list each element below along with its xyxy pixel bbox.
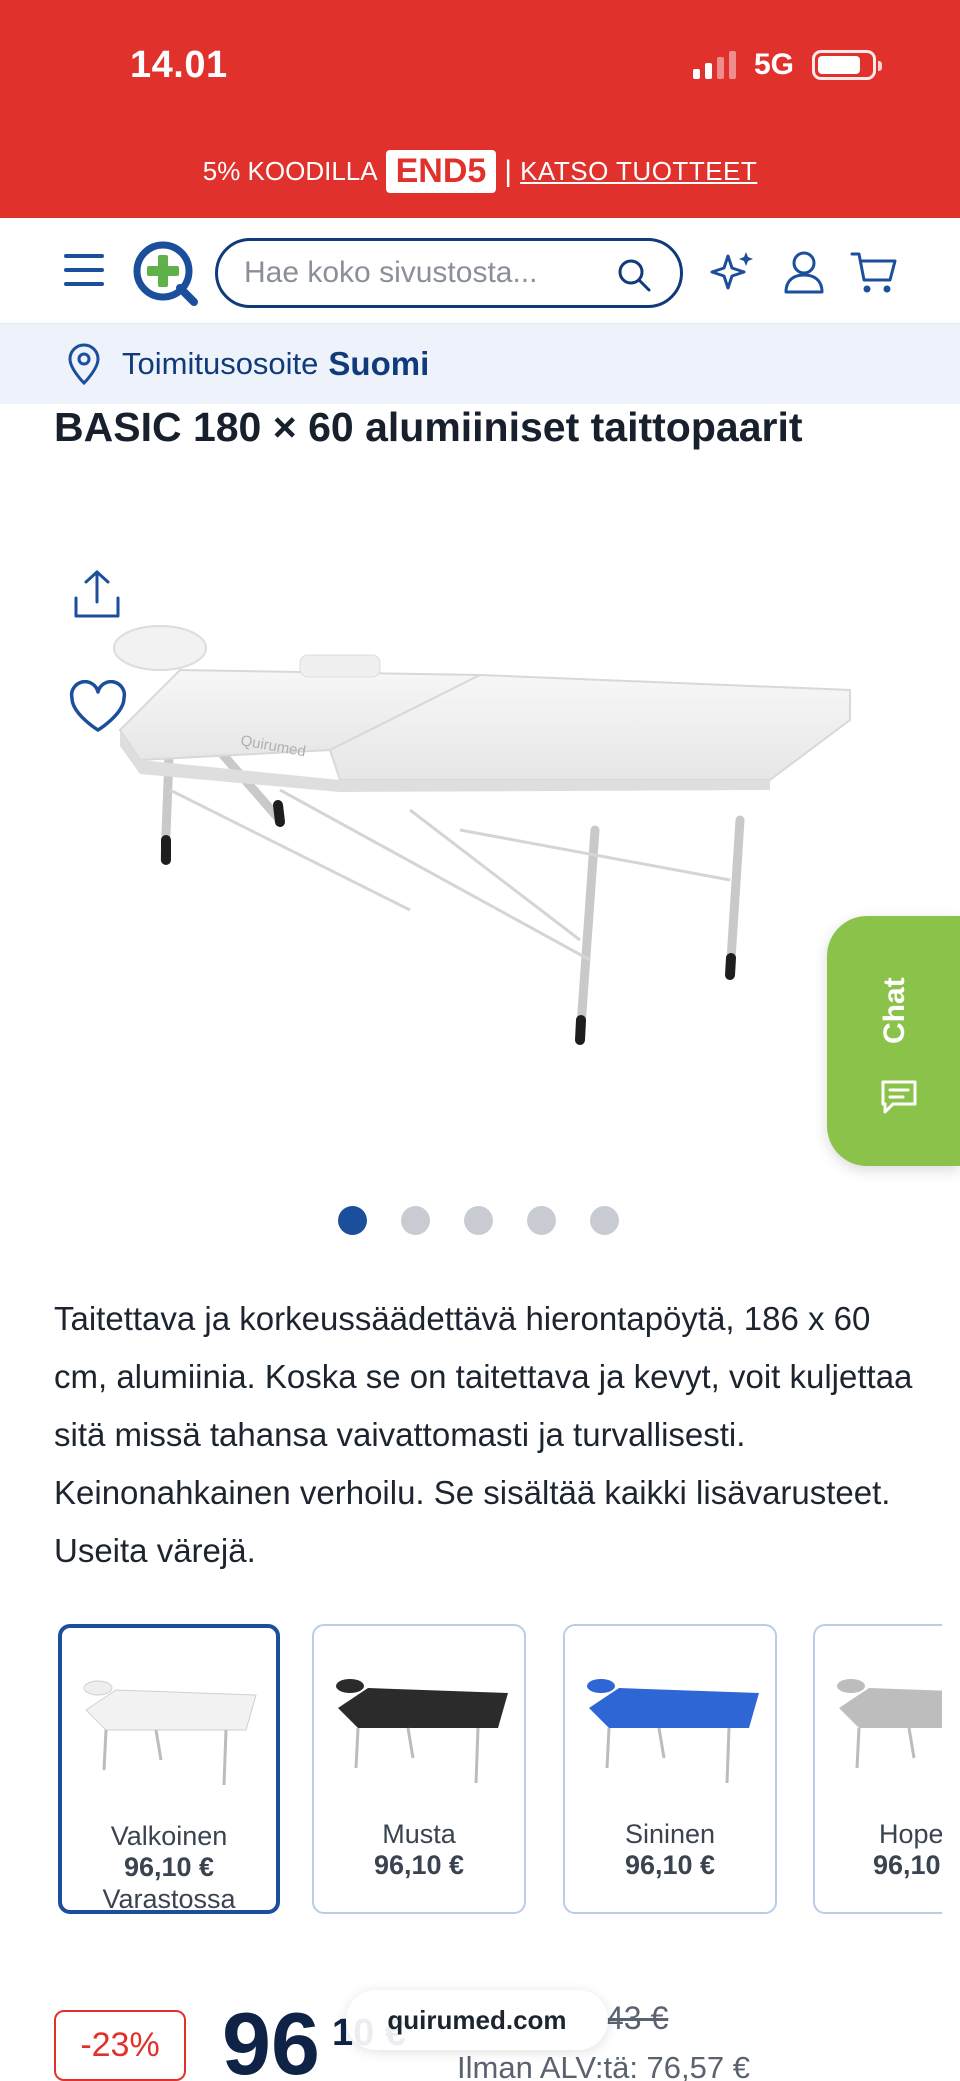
search-icon[interactable] bbox=[616, 257, 652, 293]
signal-icon bbox=[692, 51, 736, 79]
carousel-dot-2[interactable] bbox=[401, 1206, 430, 1235]
chat-button[interactable]: Chat bbox=[827, 916, 960, 1166]
variant-name: Musta bbox=[382, 1819, 456, 1849]
url-pill[interactable]: quirumed.com bbox=[346, 1990, 608, 2050]
carousel-dot-5[interactable] bbox=[590, 1206, 619, 1235]
variant-thumb bbox=[837, 1679, 942, 1769]
variant-hope[interactable]: Hope 96,10 bbox=[813, 1624, 942, 1914]
delivery-label: Toimitusosoite bbox=[122, 346, 319, 381]
variant-thumb bbox=[83, 1680, 257, 1786]
discount-badge: -23% bbox=[54, 2010, 186, 2081]
heart-icon[interactable] bbox=[68, 680, 128, 736]
sparkle-icon[interactable] bbox=[708, 248, 756, 296]
variant-sininen[interactable]: Sininen 96,10 € bbox=[563, 1624, 777, 1914]
cart-icon[interactable] bbox=[850, 248, 898, 296]
promo-separator: | bbox=[504, 154, 513, 188]
svg-text:Chat: Chat bbox=[878, 977, 911, 1044]
variant-name: Sininen bbox=[624, 1819, 716, 1849]
battery-icon bbox=[812, 50, 882, 80]
carousel-dot-3[interactable] bbox=[464, 1206, 493, 1235]
search-input[interactable] bbox=[244, 253, 594, 293]
delivery-country: Suomi bbox=[328, 345, 430, 382]
product-description: Taitettava ja korkeussäädettävä hieronta… bbox=[54, 1300, 913, 1569]
image-carousel-dots bbox=[338, 1206, 619, 1235]
variant-price: 96,10 € bbox=[624, 1850, 716, 1880]
promo-banner: 5% KOODILLA END5 | KATSO TUOTTEET bbox=[0, 150, 960, 193]
chat-label: Chat bbox=[878, 977, 911, 1044]
variant-musta[interactable]: Musta 96,10 € bbox=[312, 1624, 526, 1914]
price-main: 96 bbox=[222, 1994, 320, 2081]
promo-link[interactable]: KATSO TUOTTEET bbox=[520, 156, 757, 187]
variant-stock: Varastossa bbox=[102, 1884, 236, 1914]
variant-name: Hope bbox=[879, 1819, 942, 1849]
variant-thumb bbox=[336, 1679, 508, 1784]
logo[interactable] bbox=[132, 240, 198, 306]
status-time: 14.01 bbox=[130, 44, 228, 86]
chat-bubble-icon bbox=[881, 1080, 917, 1114]
site-header bbox=[0, 218, 960, 324]
carousel-dot-4[interactable] bbox=[527, 1206, 556, 1235]
variant-price: 96,10 bbox=[873, 1850, 941, 1880]
variant-price: 96,10 € bbox=[123, 1852, 215, 1882]
delivery-address-bar[interactable]: Toimitusosoite Suomi bbox=[0, 324, 960, 404]
promo-prefix: 5% KOODILLA bbox=[202, 156, 378, 186]
carousel-dot-1[interactable] bbox=[338, 1206, 367, 1235]
variant-valkoinen[interactable]: Valkoinen 96,10 € Varastossa bbox=[58, 1624, 280, 1914]
net-price: Ilman ALV:tä: 76,57 € bbox=[457, 2050, 750, 2081]
variant-thumb bbox=[587, 1679, 759, 1784]
share-icon[interactable] bbox=[72, 568, 122, 622]
old-price: 43 € bbox=[606, 2000, 669, 2036]
product-image[interactable]: Quirumed bbox=[80, 560, 860, 1120]
network-type: 5G bbox=[753, 48, 794, 81]
menu-icon[interactable] bbox=[64, 254, 104, 286]
variant-name: Valkoinen bbox=[110, 1821, 228, 1851]
status-indicators: 5G bbox=[692, 48, 882, 82]
user-icon[interactable] bbox=[780, 248, 828, 296]
color-variants: Valkoinen 96,10 € Varastossa Musta 96,10… bbox=[58, 1618, 942, 1920]
promo-code: END5 bbox=[385, 150, 497, 193]
product-title: BASIC 180 × 60 alumiiniset taittopaarit bbox=[54, 404, 803, 450]
variant-price: 96,10 € bbox=[373, 1850, 465, 1880]
location-pin-icon bbox=[68, 343, 100, 385]
search-box bbox=[215, 238, 683, 308]
